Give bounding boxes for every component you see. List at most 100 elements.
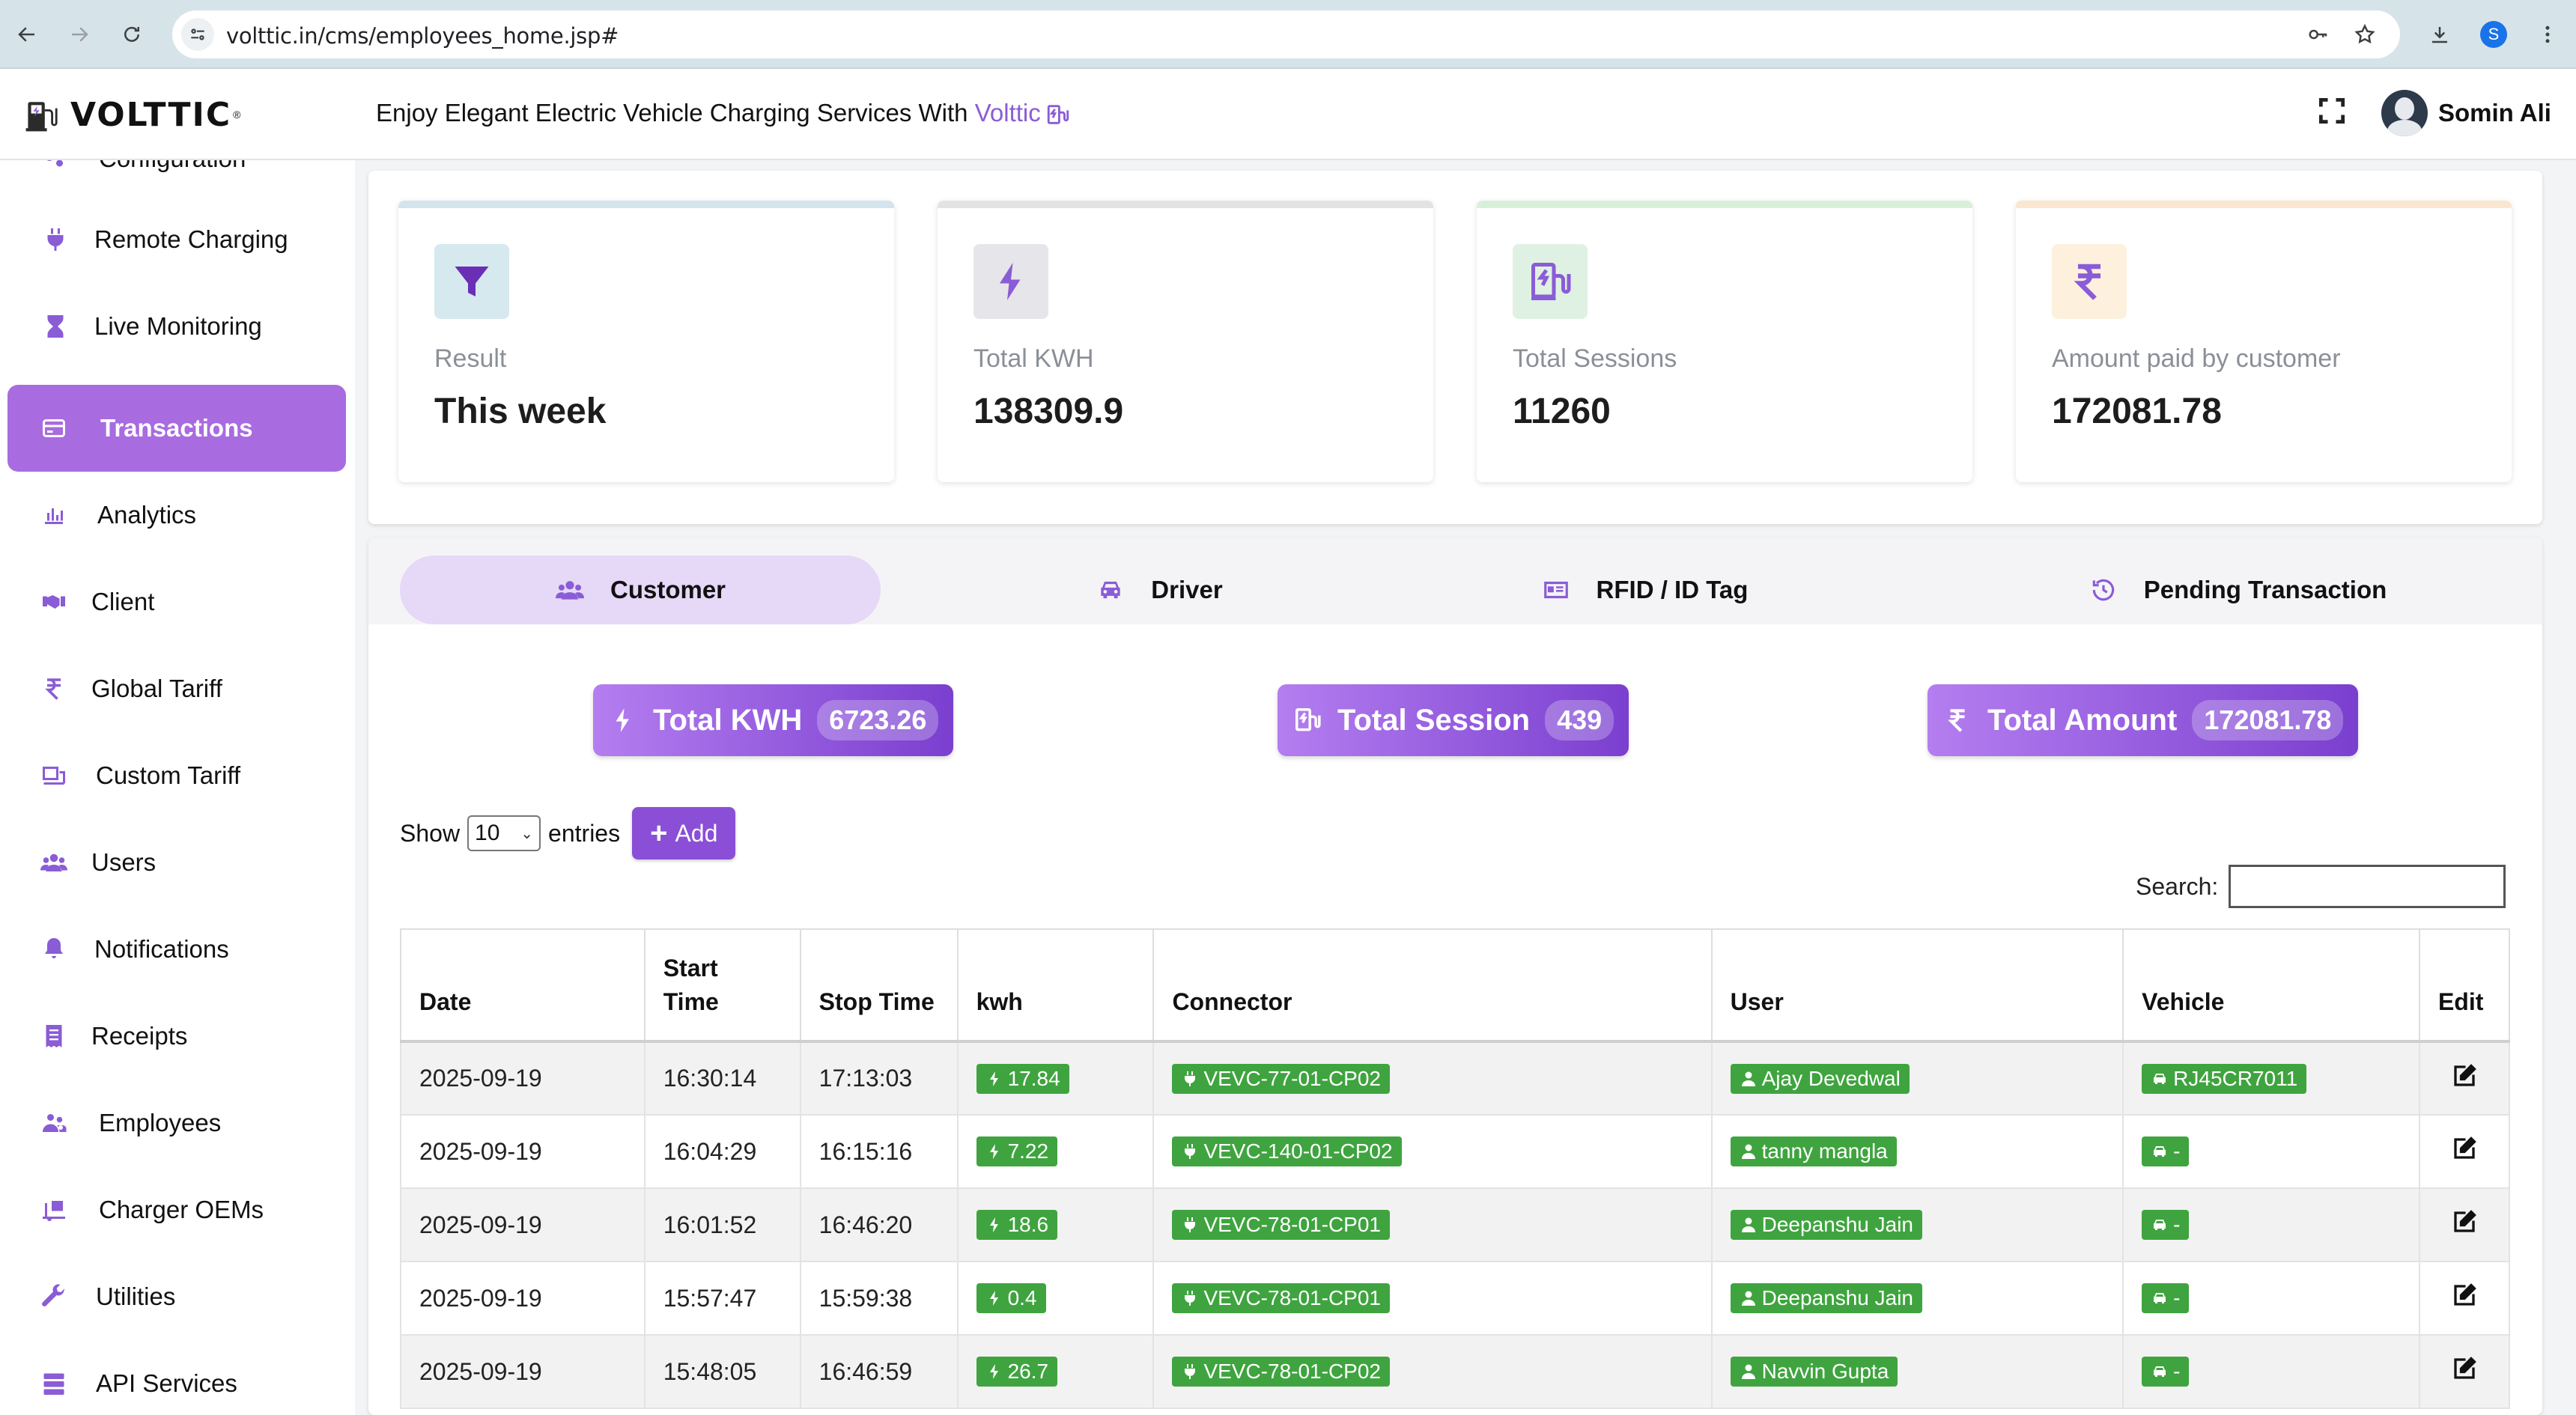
profile-button[interactable]: S [2476,16,2512,52]
sidebar-item-utilities[interactable]: Utilities [7,1253,346,1340]
column-header-user[interactable]: User [1710,928,2124,1043]
reload-icon[interactable] [114,16,150,52]
connector-value: VEVC-77-01-CP02 [1203,1066,1381,1090]
site-settings-icon[interactable] [181,18,214,51]
volttic-logo[interactable]: VOLTTIC ® [21,91,240,138]
column-header-vehicle[interactable]: Vehicle [2122,928,2420,1043]
search-input[interactable] [2229,865,2506,908]
user-value: Deepanshu Jain [1761,1286,1913,1309]
back-icon[interactable] [9,16,45,52]
entries-label: entries [548,819,621,847]
bookmark-star-icon[interactable] [2351,21,2378,48]
sidebar-item-live-monitoring[interactable]: Live Monitoring [7,283,346,370]
wrench-icon [37,1280,70,1313]
vehicle-value: RJ45CR7011 [2173,1066,2298,1090]
summary-badge: 439 [1545,700,1614,740]
cell-user: tanny mangla [1710,1114,2124,1189]
sidebar-item-client[interactable]: Client [7,559,346,645]
total-kwh-summary: Total KWH 6723.26 [593,684,954,756]
ev-station-icon [1045,102,1071,127]
tab-customer[interactable]: Customer [400,556,881,624]
user-menu[interactable]: Somin Ali [2381,88,2551,138]
kwh-value: 7.22 [1007,1139,1049,1163]
car-icon [2151,1142,2173,1160]
vehicle-value: - [2173,1213,2181,1236]
plug-icon [1181,1289,1203,1307]
kwh-value: 26.7 [1007,1360,1049,1383]
password-key-icon[interactable] [2305,21,2332,48]
bell-icon [37,933,70,966]
column-header-stop-time[interactable]: Stop Time [799,928,959,1043]
column-header-edit[interactable]: Edit [2418,928,2511,1043]
cell-edit [2418,1114,2511,1189]
sidebar-item-label: Utilities [96,1282,176,1310]
edit-icon[interactable] [2451,1062,2478,1089]
connector-tag: VEVC-78-01-CP02 [1172,1357,1390,1387]
cell-start-time: 15:48:05 [643,1334,801,1409]
header-tagline: Enjoy Elegant Electric Vehicle Charging … [376,99,1071,127]
connector-value: VEVC-78-01-CP01 [1203,1286,1381,1309]
entries-select[interactable]: 10 ⌄ [467,815,541,851]
stat-label: Amount paid by customer [2052,344,2341,373]
cell-kwh: 18.6 [956,1187,1155,1262]
column-header-connector[interactable]: Connector [1152,928,1713,1043]
filter-icon [434,244,509,319]
tab-rfid-id-tag[interactable]: RFID / ID Tag [1517,556,1772,624]
edit-icon[interactable] [2451,1355,2478,1382]
cell-vehicle: - [2122,1187,2420,1262]
sidebar-item-charger-oems[interactable]: Charger OEMs [7,1166,346,1253]
sidebar-item-custom-tariff[interactable]: Custom Tariff [7,732,346,819]
sidebar-item-label: Receipts [91,1022,188,1050]
tab-driver[interactable]: Driver [1047,556,1272,624]
history-icon [2089,575,2118,605]
sidebar-item-employees[interactable]: Employees [7,1080,346,1166]
edit-icon[interactable] [2451,1282,2478,1309]
bolt-icon [985,1289,1008,1307]
rupee-icon [37,672,70,705]
add-button[interactable]: + Add [632,807,736,859]
plug-icon [1181,1142,1203,1160]
cell-edit [2418,1261,2511,1336]
tagline-text: Enjoy Elegant Electric Vehicle Charging … [376,99,975,127]
sidebar-item-receipts[interactable]: Receipts [7,993,346,1080]
user-avatar [2381,90,2428,136]
sidebar-item-remote-charging[interactable]: Remote Charging [7,196,346,283]
vehicle-value: - [2173,1286,2181,1309]
sidebar-item-global-tariff[interactable]: Global Tariff [7,645,346,732]
menu-kebab-icon[interactable] [2530,16,2566,52]
download-icon[interactable] [2422,16,2458,52]
stat-value: 138309.9 [973,392,1124,431]
sidebar-item-api-services[interactable]: API Services [7,1340,346,1415]
sidebar-item-label: Configuration [99,160,246,173]
column-header-start-time[interactable]: Start Time [643,928,801,1043]
user-tag: tanny mangla [1730,1136,1897,1166]
stat-label: Total KWH [973,344,1094,373]
sidebar-item-analytics[interactable]: Analytics [7,472,346,559]
users-icon [37,846,70,879]
hourglass-icon [39,310,72,343]
column-header-date[interactable]: Date [400,928,645,1043]
handshake-icon [37,585,70,618]
car-icon [2151,1070,2173,1088]
transactions-table: Date Start Time Stop Time kwh Connector … [400,928,2511,1409]
sidebar-item-transactions[interactable]: Transactions [7,385,346,472]
summary-label: Total KWH [653,703,803,737]
fullscreen-icon[interactable] [2315,94,2351,130]
vehicle-tag: - [2142,1357,2190,1387]
rupee-icon [2052,244,2127,319]
column-header-kwh[interactable]: kwh [956,928,1155,1043]
tab-pending-transaction[interactable]: Pending Transaction [2065,556,2410,624]
url-text[interactable]: volttic.in/cms/employees_home.jsp# [226,23,619,49]
search-control: Search: [2136,864,2506,909]
sidebar-item-users[interactable]: Users [7,819,346,906]
user-name: Somin Ali [2438,99,2551,127]
user-value: Deepanshu Jain [1761,1213,1913,1236]
sidebar-item-notifications[interactable]: Notifications [7,906,346,993]
profile-avatar: S [2480,21,2507,48]
edit-icon[interactable] [2451,1208,2478,1235]
address-bar[interactable]: volttic.in/cms/employees_home.jsp# [172,10,2400,58]
sidebar-item-label: Global Tariff [91,675,222,702]
edit-icon[interactable] [2451,1135,2478,1162]
sidebar-item-label: Notifications [94,935,229,963]
forward-icon[interactable] [61,16,97,52]
